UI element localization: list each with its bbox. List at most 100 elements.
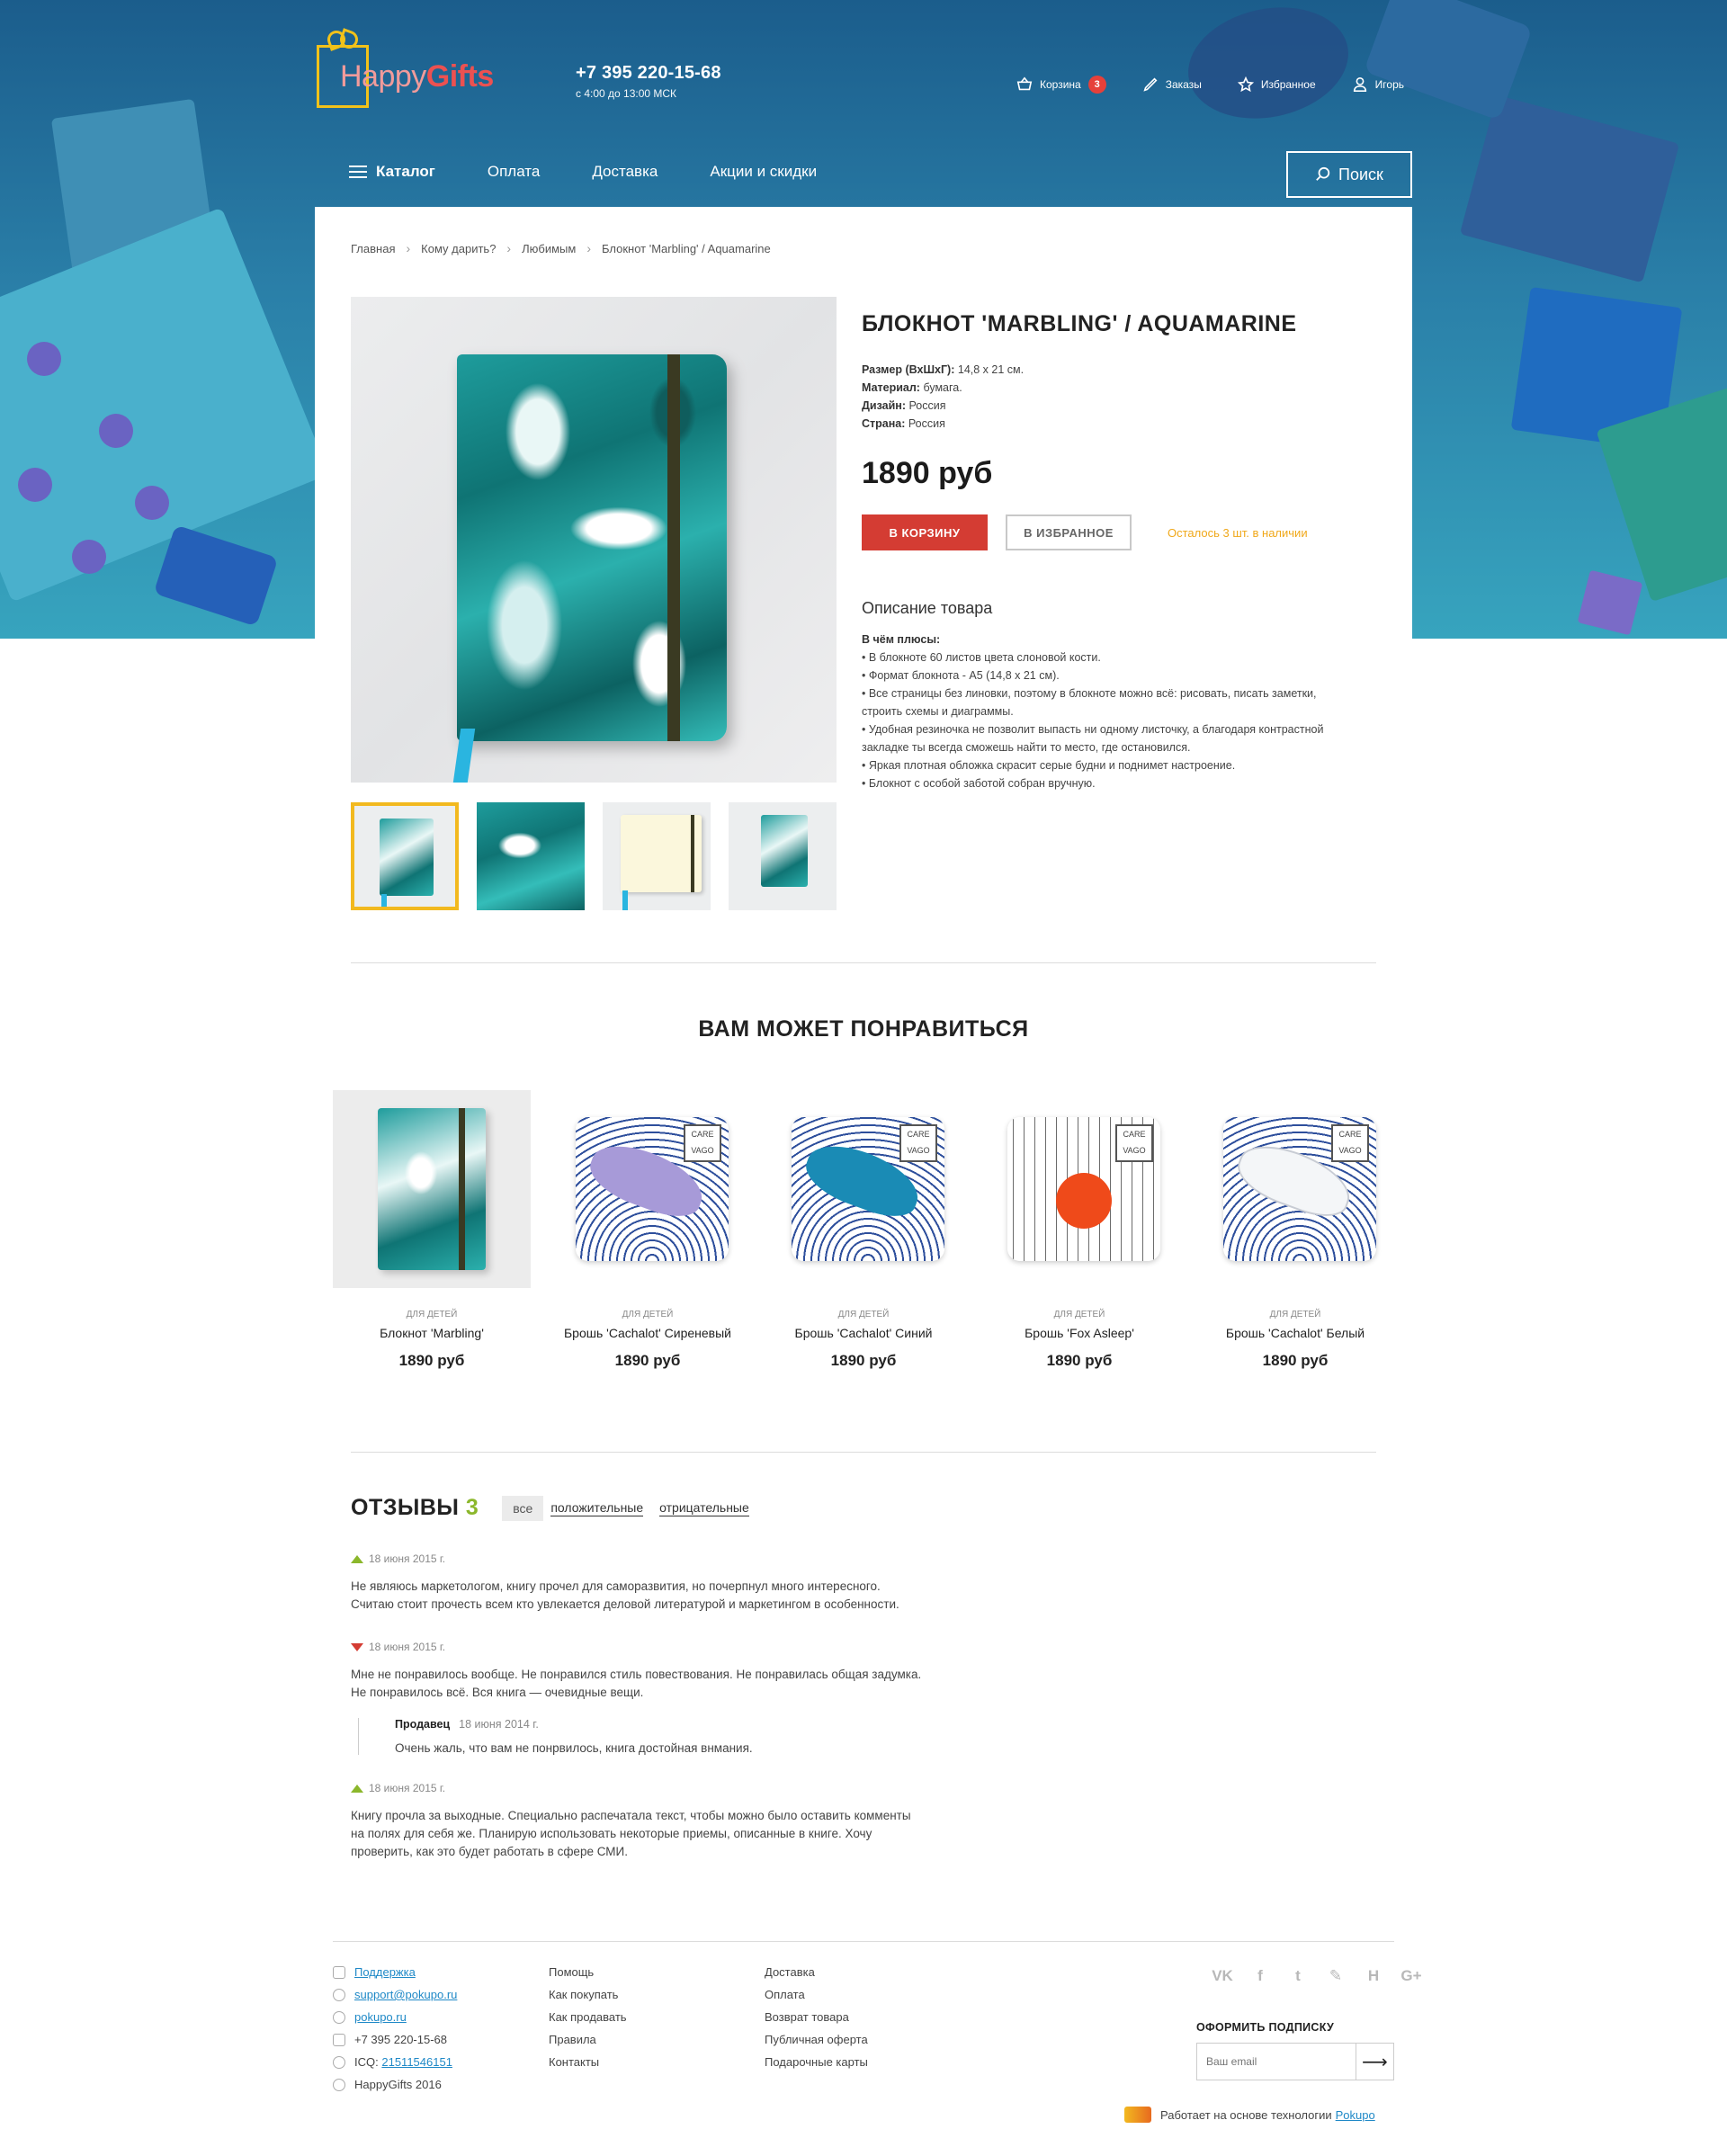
product-image: CARE VAGO xyxy=(1196,1090,1394,1288)
description-line: • Блокнот с особой заботой собран вручну… xyxy=(862,777,1096,790)
section-divider xyxy=(351,1452,1376,1453)
email-icon xyxy=(333,1988,345,2001)
reviews-header: ОТЗЫВЫ 3 все положительные отрицательные xyxy=(351,1495,765,1521)
recommendation-card[interactable]: CARE VAGO ДЛЯ ДЕТЕЙ Брошь 'Cachalot' Сир… xyxy=(549,1090,747,1370)
product-name: Брошь 'Fox Asleep' xyxy=(1025,1326,1134,1340)
orders-label: Заказы xyxy=(1165,78,1202,91)
email-link[interactable]: support@pokupo.ru xyxy=(354,1983,457,2006)
site-logo[interactable]: HappyGifts xyxy=(313,25,511,111)
reviews-title: ОТЗЫВЫ 3 xyxy=(351,1495,479,1520)
footer-link-delivery[interactable]: Доставка xyxy=(765,1965,815,1979)
recommendation-card[interactable]: ДЛЯ ДЕТЕЙ Блокнот 'Marbling' 1890 руб xyxy=(333,1090,531,1370)
breadcrumb-home[interactable]: Главная xyxy=(351,242,395,255)
spec-country: Страна: Россия xyxy=(862,417,945,430)
nav-link-delivery[interactable]: Доставка xyxy=(592,163,658,181)
footer-link-gift-cards[interactable]: Подарочные карты xyxy=(765,2055,868,2069)
recommendations-list: ДЛЯ ДЕТЕЙ Блокнот 'Marbling' 1890 руб CA… xyxy=(333,1090,1412,1370)
icq-link[interactable]: 21511546151 xyxy=(381,2051,452,2073)
favorites-link[interactable]: Избранное xyxy=(1237,76,1316,93)
pokupo-logo-icon xyxy=(1124,2107,1151,2123)
description-line: • Яркая плотная обложка скрасит серые бу… xyxy=(862,759,1236,772)
powered-by: Работает на основе технологии Pokupo xyxy=(1124,2107,1375,2123)
product-image: CARE VAGO xyxy=(765,1090,962,1288)
product-category: ДЛЯ ДЕТЕЙ xyxy=(1269,1310,1321,1320)
footer-link-offer[interactable]: Публичная оферта xyxy=(765,2033,868,2046)
product-image: CARE VAGO xyxy=(980,1090,1178,1288)
review-item: 18 июня 2015 г. Мне не понравилось вообщ… xyxy=(351,1641,926,1755)
product-category: ДЛЯ ДЕТЕЙ xyxy=(837,1310,890,1320)
habr-icon[interactable]: H xyxy=(1362,1964,1385,1988)
product-category: ДЛЯ ДЕТЕЙ xyxy=(622,1310,674,1320)
seller-reply: Продавец 18 июня 2014 г. Очень жаль, что … xyxy=(358,1718,926,1755)
reviews-count: 3 xyxy=(465,1495,479,1520)
footer-contacts: Поддержка support@pokupo.ru pokupo.ru +7… xyxy=(333,1961,457,2096)
footer-link-help[interactable]: Помощь xyxy=(549,1965,594,1979)
twitter-icon[interactable]: t xyxy=(1286,1964,1310,1988)
footer-link-how-to-buy[interactable]: Как покупать xyxy=(549,1988,618,2001)
subscribe-submit-arrow-icon[interactable]: ⟶ xyxy=(1356,2044,1393,2080)
product-category: ДЛЯ ДЕТЕЙ xyxy=(406,1310,458,1320)
facebook-icon[interactable]: f xyxy=(1248,1964,1272,1988)
description-line: • В блокноте 60 листов цвета слоновой ко… xyxy=(862,651,1101,664)
filter-positive[interactable]: положительные xyxy=(550,1500,644,1516)
support-link[interactable]: Поддержка xyxy=(354,1961,416,1983)
add-to-favorites-button[interactable]: В ИЗБРАННОЕ xyxy=(1006,514,1132,550)
product-price: 1890 руб xyxy=(830,1352,897,1369)
nav-link-payment[interactable]: Оплата xyxy=(488,163,540,181)
product-description: В чём плюсы: • В блокноте 60 листов цвет… xyxy=(862,631,1329,792)
catalog-menu-button[interactable]: Каталог xyxy=(349,163,435,181)
product-image xyxy=(333,1090,531,1288)
product-price: 1890 руб xyxy=(614,1352,681,1369)
product-main-image[interactable] xyxy=(351,297,837,783)
product-price: 1890 руб xyxy=(862,456,993,490)
footer-link-how-to-sell[interactable]: Как продавать xyxy=(549,2010,627,2024)
livejournal-icon[interactable]: ✎ xyxy=(1324,1964,1347,1988)
product-title: БЛОКНОТ 'MARBLING' / AQUAMARINE xyxy=(862,311,1297,336)
breadcrumb-who-to-gift[interactable]: Кому дарить? xyxy=(421,242,496,255)
content-card: Главная › Кому дарить? › Любимым › Блокн… xyxy=(315,207,1412,1916)
hamburger-icon xyxy=(349,166,367,178)
orders-link[interactable]: Заказы xyxy=(1142,76,1202,93)
vk-icon[interactable]: VK xyxy=(1211,1964,1234,1988)
header-phone: +7 395 220-15-68 с 4:00 до 13:00 МСК xyxy=(576,63,721,100)
social-links: VK f t ✎ H G+ xyxy=(1196,1964,1423,1988)
pencil-icon xyxy=(1143,77,1158,92)
recommendation-card[interactable]: CARE VAGO ДЛЯ ДЕТЕЙ Брошь 'Cachalot' Бел… xyxy=(1196,1090,1394,1370)
skype-icon xyxy=(333,2010,345,2024)
logo-text: HappyGifts xyxy=(340,59,494,94)
thumbnail-1[interactable] xyxy=(351,802,459,910)
footer-link-rules[interactable]: Правила xyxy=(549,2033,596,2046)
google-plus-icon[interactable]: G+ xyxy=(1400,1964,1423,1988)
breadcrumb-beloved[interactable]: Любимым xyxy=(522,242,576,255)
cart-link[interactable]: Корзина 3 xyxy=(1016,76,1106,94)
product-image: CARE VAGO xyxy=(549,1090,747,1288)
product-name: Блокнот 'Marbling' xyxy=(380,1326,484,1340)
pokupo-link[interactable]: Pokupo xyxy=(1336,2108,1375,2122)
add-to-cart-button[interactable]: В КОРЗИНУ xyxy=(862,514,988,550)
footer-link-returns[interactable]: Возврат товара xyxy=(765,2010,849,2024)
recommendation-card[interactable]: CARE VAGO ДЛЯ ДЕТЕЙ Брошь 'Fox Asleep' 1… xyxy=(980,1090,1178,1370)
thumbnail-3[interactable] xyxy=(603,802,711,910)
chevron-right-icon: › xyxy=(506,241,512,255)
powered-text: Работает на основе технологии xyxy=(1160,2107,1332,2122)
phone-icon xyxy=(333,2033,345,2046)
recommendation-card[interactable]: CARE VAGO ДЛЯ ДЕТЕЙ Брошь 'Cachalot' Син… xyxy=(765,1090,962,1370)
filter-all[interactable]: все xyxy=(502,1495,544,1521)
footer-link-payment[interactable]: Оплата xyxy=(765,1988,805,2001)
product-price: 1890 руб xyxy=(1262,1352,1329,1369)
user-account-link[interactable]: Игорь xyxy=(1352,76,1404,93)
reviews-list: 18 июня 2015 г. Не являюсь маркетологом,… xyxy=(351,1552,926,1888)
main-nav: Каталог Оплата Доставка Акции и скидки xyxy=(349,163,869,181)
skype-link[interactable]: pokupo.ru xyxy=(354,2006,407,2028)
thumbnail-2[interactable] xyxy=(477,802,585,910)
chevron-right-icon: › xyxy=(406,241,411,255)
search-button[interactable]: Поиск xyxy=(1286,151,1412,198)
filter-negative[interactable]: отрицательные xyxy=(659,1500,749,1516)
product-name: Брошь 'Cachalot' Синий xyxy=(794,1326,933,1340)
nav-link-promotions[interactable]: Акции и скидки xyxy=(710,163,817,181)
thumbnail-4[interactable] xyxy=(729,802,837,910)
footer-link-contacts[interactable]: Контакты xyxy=(549,2055,599,2069)
subscribe-email-input[interactable] xyxy=(1197,2044,1356,2080)
product-name: Брошь 'Cachalot' Сиреневый xyxy=(563,1326,731,1340)
review-text: Мне не понравилось вообще. Не понравился… xyxy=(351,1668,922,1699)
